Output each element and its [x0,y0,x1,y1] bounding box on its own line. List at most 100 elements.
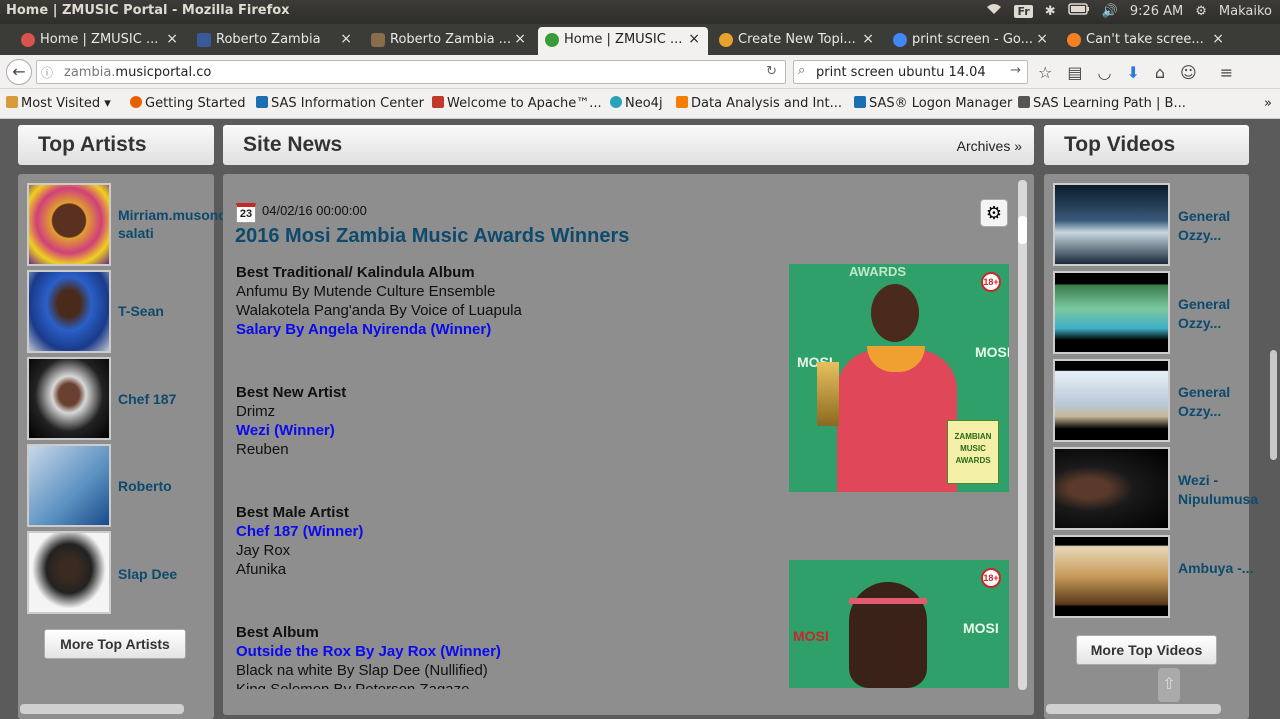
tab-2[interactable]: Roberto Zambia × [190,27,360,55]
hello-chat-icon[interactable]: ☺ [1180,63,1197,82]
artist-link[interactable]: Mirriam.musonda salati [118,206,235,242]
news-scrollbar-thumb[interactable] [1018,216,1027,244]
top-artists-title: Top Artists [38,133,147,156]
zmusic-favicon-icon [545,33,559,47]
artist-link[interactable]: T-Sean [118,302,218,320]
tab-4-active[interactable]: Home | ZMUSIC ... × [538,27,708,55]
logo-line: AWARDS [955,456,991,465]
wifi-icon[interactable] [986,3,1002,19]
navigation-bar: ← ⓘ zambia.musicportal.co ↻ ⌕ print scre… [0,55,1280,89]
firefox-icon [130,96,142,108]
video-thumbnail[interactable] [1053,359,1170,442]
pocket-icon[interactable]: ◡ [1097,63,1111,82]
more-top-videos-button[interactable]: More Top Videos [1076,635,1217,665]
bookmark-data-analysis[interactable]: Data Analysis and Int... [676,96,842,111]
video-link[interactable]: Wezi - Nipulumusa [1178,471,1258,509]
reload-icon[interactable]: ↻ [766,64,777,79]
video-thumbnail[interactable] [1053,447,1170,530]
user-name[interactable]: Makaiko [1219,4,1272,19]
clock[interactable]: 9:26 AM [1130,4,1183,19]
tab-7[interactable]: Can't take scree... × [1060,27,1232,55]
artist-photo[interactable] [27,531,111,614]
settings-gear-icon[interactable]: ⚙ [1195,4,1207,19]
tab-6[interactable]: print screen - Go... × [886,27,1056,55]
home-icon[interactable]: ⌂ [1155,63,1165,82]
neo4j-icon [610,96,622,108]
video-link[interactable]: General Ozzy... [1178,295,1258,333]
close-tab-icon[interactable]: × [1036,31,1048,47]
url-bar[interactable]: ⓘ zambia.musicportal.co ↻ [36,60,786,84]
tab-label: Roberto Zambia ... [390,32,512,47]
close-tab-icon[interactable]: × [166,31,178,47]
winner-link[interactable]: Salary By Angela Nyirenda (Winner) [236,321,491,338]
tab-3[interactable]: Roberto Zambia ... × [364,27,534,55]
person-head [871,284,919,342]
artist-photo[interactable] [27,444,111,527]
video-link[interactable]: General Ozzy... [1178,383,1258,421]
tab-label: Home | ZMUSIC ... [564,32,683,47]
back-to-top-icon[interactable]: ⇧ [1158,668,1180,702]
tab-5[interactable]: Create New Topi... × [712,27,882,55]
artist-photo[interactable] [27,183,111,266]
volume-icon[interactable]: 🔊 [1102,4,1118,19]
video-thumbnail[interactable] [1053,535,1170,618]
video-thumbnail[interactable] [1053,271,1170,354]
close-tab-icon[interactable]: × [1212,31,1224,47]
artist-link[interactable]: Roberto [118,477,218,495]
video-link[interactable]: Ambuya -... [1178,559,1258,578]
search-go-icon[interactable]: → [1010,63,1021,78]
close-tab-icon[interactable]: × [688,31,700,47]
artist-link[interactable]: Chef 187 [118,390,218,408]
tab-1[interactable]: Home | ZMUSIC ... × [14,27,186,55]
bookmarks-overflow-button[interactable]: » [1264,96,1272,111]
tab-label: Home | ZMUSIC ... [40,32,159,47]
archives-link[interactable]: Archives » [957,138,1022,154]
top-videos-panel: General Ozzy... General Ozzy... General … [1044,174,1258,719]
nominee: Jay Rox [236,542,291,559]
bookmark-neo4j[interactable]: Neo4j [610,96,663,111]
keyboard-layout-indicator[interactable]: Fr [1014,4,1033,18]
winner-link[interactable]: Chef 187 (Winner) [236,523,363,540]
nominee: Afunika [236,561,287,578]
search-input[interactable]: ⌕ print screen ubuntu 14.04 → [793,60,1028,84]
page-scrollbar-thumb[interactable] [1270,350,1277,460]
bluetooth-icon[interactable]: ✱ [1045,4,1056,19]
winner-link[interactable]: Outside the Rox By Jay Rox (Winner) [236,643,501,660]
url-text[interactable]: zambia.musicportal.co [64,65,211,80]
back-button[interactable]: ← [6,59,32,85]
video-link[interactable]: General Ozzy... [1178,207,1258,245]
bookmark-most-visited[interactable]: Most Visited ▾ [6,96,111,111]
video-thumbnail[interactable] [1053,183,1170,266]
artists-horizontal-scrollbar[interactable] [20,704,184,714]
menu-icon[interactable]: ≡ [1220,63,1233,82]
site-info-icon[interactable]: ⓘ [41,64,53,81]
close-tab-icon[interactable]: × [514,31,526,47]
web-page: Top Artists Mirriam.musonda salati T-Sea… [0,120,1280,719]
award-winner-photo[interactable]: AWARDS MOSI MOSI 18+ ZAMBIAN MUSIC AWARDS [789,264,1009,492]
reading-list-icon[interactable]: ▤ [1067,63,1082,82]
bookmark-apache[interactable]: Welcome to Apache™... [432,96,602,111]
battery-icon[interactable] [1067,3,1090,19]
bookmark-star-icon[interactable]: ☆ [1038,63,1052,82]
top-videos-title: Top Videos [1064,133,1176,156]
google-favicon-icon [893,33,907,47]
search-query[interactable]: print screen ubuntu 14.04 [816,65,986,80]
artist-photo[interactable] [27,270,111,353]
award-interview-photo[interactable]: MOSI MOSI 18+ [789,560,1009,688]
bookmark-sas-learning[interactable]: SAS Learning Path | B... [1018,96,1186,111]
site-news-header: Site News Archives » [223,125,1034,165]
artist-link[interactable]: Slap Dee [118,565,218,583]
award-category: Best Traditional/ Kalindula Album [236,264,475,281]
close-tab-icon[interactable]: × [340,31,352,47]
downloads-icon[interactable]: ⬇ [1126,63,1139,82]
bookmark-sas-logon[interactable]: SAS® Logon Manager [854,96,1012,111]
more-top-artists-button[interactable]: More Top Artists [44,629,186,659]
winner-link[interactable]: Wezi (Winner) [236,422,335,439]
artist-photo[interactable] [27,357,111,440]
news-scrollbar-track[interactable] [1018,180,1027,690]
news-article-body: Best Traditional/ Kalindula Album Anfumu… [223,174,1018,689]
close-tab-icon[interactable]: × [862,31,874,47]
bookmark-getting-started[interactable]: Getting Started [130,96,246,111]
videos-horizontal-scrollbar[interactable] [1046,704,1221,714]
bookmark-sas-info-center[interactable]: SAS Information Center [256,96,424,111]
